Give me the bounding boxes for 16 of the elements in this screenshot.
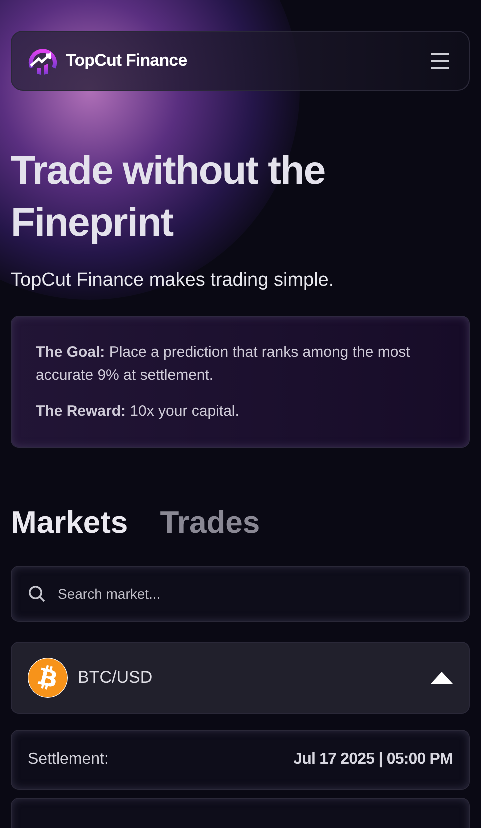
hero-title: Trade without the Fineprint [11, 148, 326, 247]
market-name: BTC/USD [78, 667, 153, 690]
detail-value: Jul 17 2025 | 05:00 PM [294, 750, 453, 770]
hero-subtitle: TopCut Finance makes trading simple. [11, 269, 336, 293]
tab[interactable]: Trades [160, 500, 260, 546]
market-header[interactable]: BTC/USD [11, 642, 470, 714]
info-text: The Goal: Place a prediction that ranks among the most accurate 9% at settlement. [36, 342, 412, 386]
detail-label: Settlement: [28, 750, 109, 770]
caret-up-icon[interactable] [431, 672, 453, 684]
search-field[interactable]: Search market... [11, 566, 470, 622]
bitcoin-icon [28, 658, 68, 698]
search-icon [27, 584, 47, 604]
tab[interactable]: Markets [11, 500, 128, 546]
logo-icon [28, 46, 58, 76]
brand-name[interactable]: TopCut Finance [66, 48, 188, 74]
info-text: The Reward: 10x your capital. [36, 402, 240, 422]
